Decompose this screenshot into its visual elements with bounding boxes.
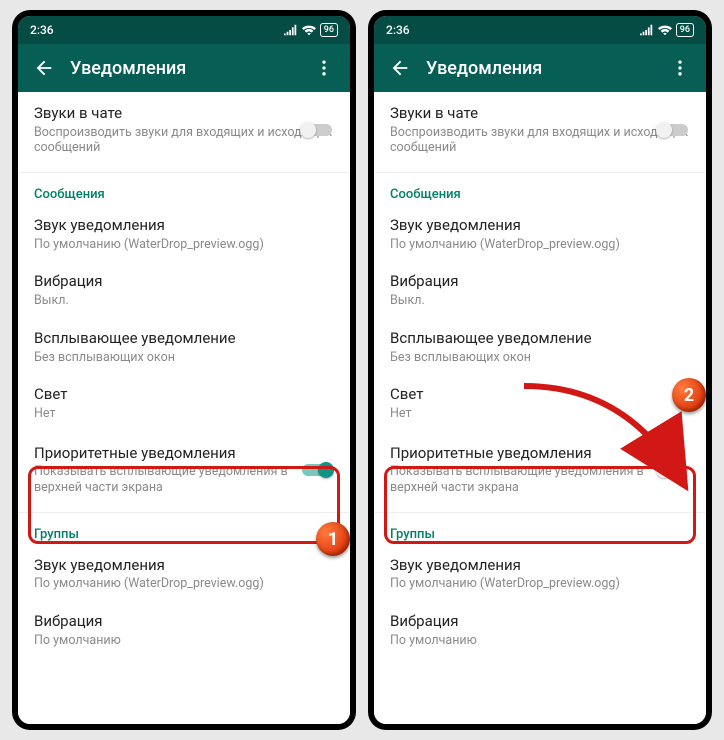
app-bar: Уведомления xyxy=(18,44,350,92)
arrow-left-icon xyxy=(389,57,411,79)
phone-left: 2:36 96 Уведомления Звуки в чате Воспрои… xyxy=(12,10,356,730)
overflow-menu-button[interactable] xyxy=(662,58,698,78)
row-title: Звук уведомления xyxy=(390,216,690,235)
row-title: Всплывающее уведомление xyxy=(390,329,690,348)
page-title: Уведомления xyxy=(62,58,306,79)
row-title: Звук уведомления xyxy=(34,556,334,575)
row-sub: По умолчанию xyxy=(34,633,334,649)
group-sound-row[interactable]: Звук уведомления По умолчанию (WaterDrop… xyxy=(18,546,350,602)
chat-sounds-row[interactable]: Звуки в чате Воспроизводить звуки для вх… xyxy=(18,92,350,168)
row-title: Приоритетные уведомления xyxy=(34,444,290,463)
callout-1: 1 xyxy=(316,522,350,556)
row-title: Звуки в чате xyxy=(390,104,690,123)
row-sub: По умолчанию (WaterDrop_preview.ogg) xyxy=(390,237,690,253)
section-messages: Сообщения xyxy=(18,173,350,206)
row-sub: Воспроизводить звуки для входящих и исхо… xyxy=(34,125,334,156)
status-bar: 2:36 96 xyxy=(374,16,706,44)
row-title: Звук уведомления xyxy=(390,556,690,575)
row-title: Всплывающее уведомление xyxy=(34,329,334,348)
row-sub: Без всплывающих окон xyxy=(390,350,690,366)
row-sub: По умолчанию xyxy=(390,633,690,649)
status-right: 96 xyxy=(284,23,338,37)
row-sub: Воспроизводить звуки для входящих и исхо… xyxy=(390,125,690,156)
row-title: Звуки в чате xyxy=(34,104,334,123)
row-title: Вибрация xyxy=(390,612,690,631)
arrow-left-icon xyxy=(33,57,55,79)
screen: 2:36 96 Уведомления Звуки в чате Воспрои… xyxy=(374,16,706,724)
wifi-icon xyxy=(658,24,672,36)
popup-row[interactable]: Всплывающее уведомление Без всплывающих … xyxy=(18,319,350,375)
popup-row[interactable]: Всплывающее уведомление Без всплывающих … xyxy=(374,319,706,375)
row-sub: По умолчанию (WaterDrop_preview.ogg) xyxy=(390,576,690,592)
more-vertical-icon xyxy=(670,58,690,78)
row-sub: Выкл. xyxy=(390,293,690,309)
signal-icon xyxy=(284,24,298,36)
row-title: Вибрация xyxy=(34,612,334,631)
row-sub: Нет xyxy=(34,406,334,422)
section-groups: Группы xyxy=(18,513,350,546)
row-sub: Без всплывающих окон xyxy=(34,350,334,366)
battery-badge: 96 xyxy=(320,23,338,37)
section-messages: Сообщения xyxy=(374,173,706,206)
callout-2: 2 xyxy=(672,378,706,412)
row-title: Вибрация xyxy=(34,272,334,291)
group-vibration-row[interactable]: Вибрация По умолчанию xyxy=(18,602,350,658)
notification-sound-row[interactable]: Звук уведомления По умолчанию (WaterDrop… xyxy=(18,206,350,262)
overflow-menu-button[interactable] xyxy=(306,58,342,78)
chat-sounds-toggle[interactable] xyxy=(300,121,334,139)
row-sub: По умолчанию (WaterDrop_preview.ogg) xyxy=(34,576,334,592)
priority-toggle-on[interactable] xyxy=(300,461,334,479)
row-sub: Выкл. xyxy=(34,293,334,309)
signal-icon xyxy=(640,24,654,36)
settings-list: Звуки в чате Воспроизводить звуки для вх… xyxy=(18,92,350,724)
priority-row[interactable]: Приоритетные уведомления Показывать вспл… xyxy=(18,432,350,508)
chat-sounds-toggle[interactable] xyxy=(656,121,690,139)
wifi-icon xyxy=(302,24,316,36)
clock: 2:36 xyxy=(30,23,54,37)
page-title: Уведомления xyxy=(418,58,662,79)
vibration-row[interactable]: Вибрация Выкл. xyxy=(18,262,350,318)
app-bar: Уведомления xyxy=(374,44,706,92)
status-bar: 2:36 96 xyxy=(18,16,350,44)
group-vibration-row[interactable]: Вибрация По умолчанию xyxy=(374,602,706,658)
status-right: 96 xyxy=(640,23,694,37)
group-sound-row[interactable]: Звук уведомления По умолчанию (WaterDrop… xyxy=(374,546,706,602)
row-sub: По умолчанию (WaterDrop_preview.ogg) xyxy=(34,237,334,253)
light-row[interactable]: Свет Нет xyxy=(18,375,350,431)
back-button[interactable] xyxy=(382,57,418,79)
battery-badge: 96 xyxy=(676,23,694,37)
vibration-row[interactable]: Вибрация Выкл. xyxy=(374,262,706,318)
section-groups: Группы xyxy=(374,513,706,546)
row-title: Свет xyxy=(34,385,334,404)
row-sub: Показывать всплывающие уведомления в вер… xyxy=(34,464,290,495)
chat-sounds-row[interactable]: Звуки в чате Воспроизводить звуки для вх… xyxy=(374,92,706,168)
phone-right: 2:36 96 Уведомления Звуки в чате Воспрои… xyxy=(368,10,712,730)
row-title: Звук уведомления xyxy=(34,216,334,235)
row-title: Вибрация xyxy=(390,272,690,291)
back-button[interactable] xyxy=(26,57,62,79)
clock: 2:36 xyxy=(386,23,410,37)
notification-sound-row[interactable]: Звук уведомления По умолчанию (WaterDrop… xyxy=(374,206,706,262)
more-vertical-icon xyxy=(314,58,334,78)
screen: 2:36 96 Уведомления Звуки в чате Воспрои… xyxy=(18,16,350,724)
